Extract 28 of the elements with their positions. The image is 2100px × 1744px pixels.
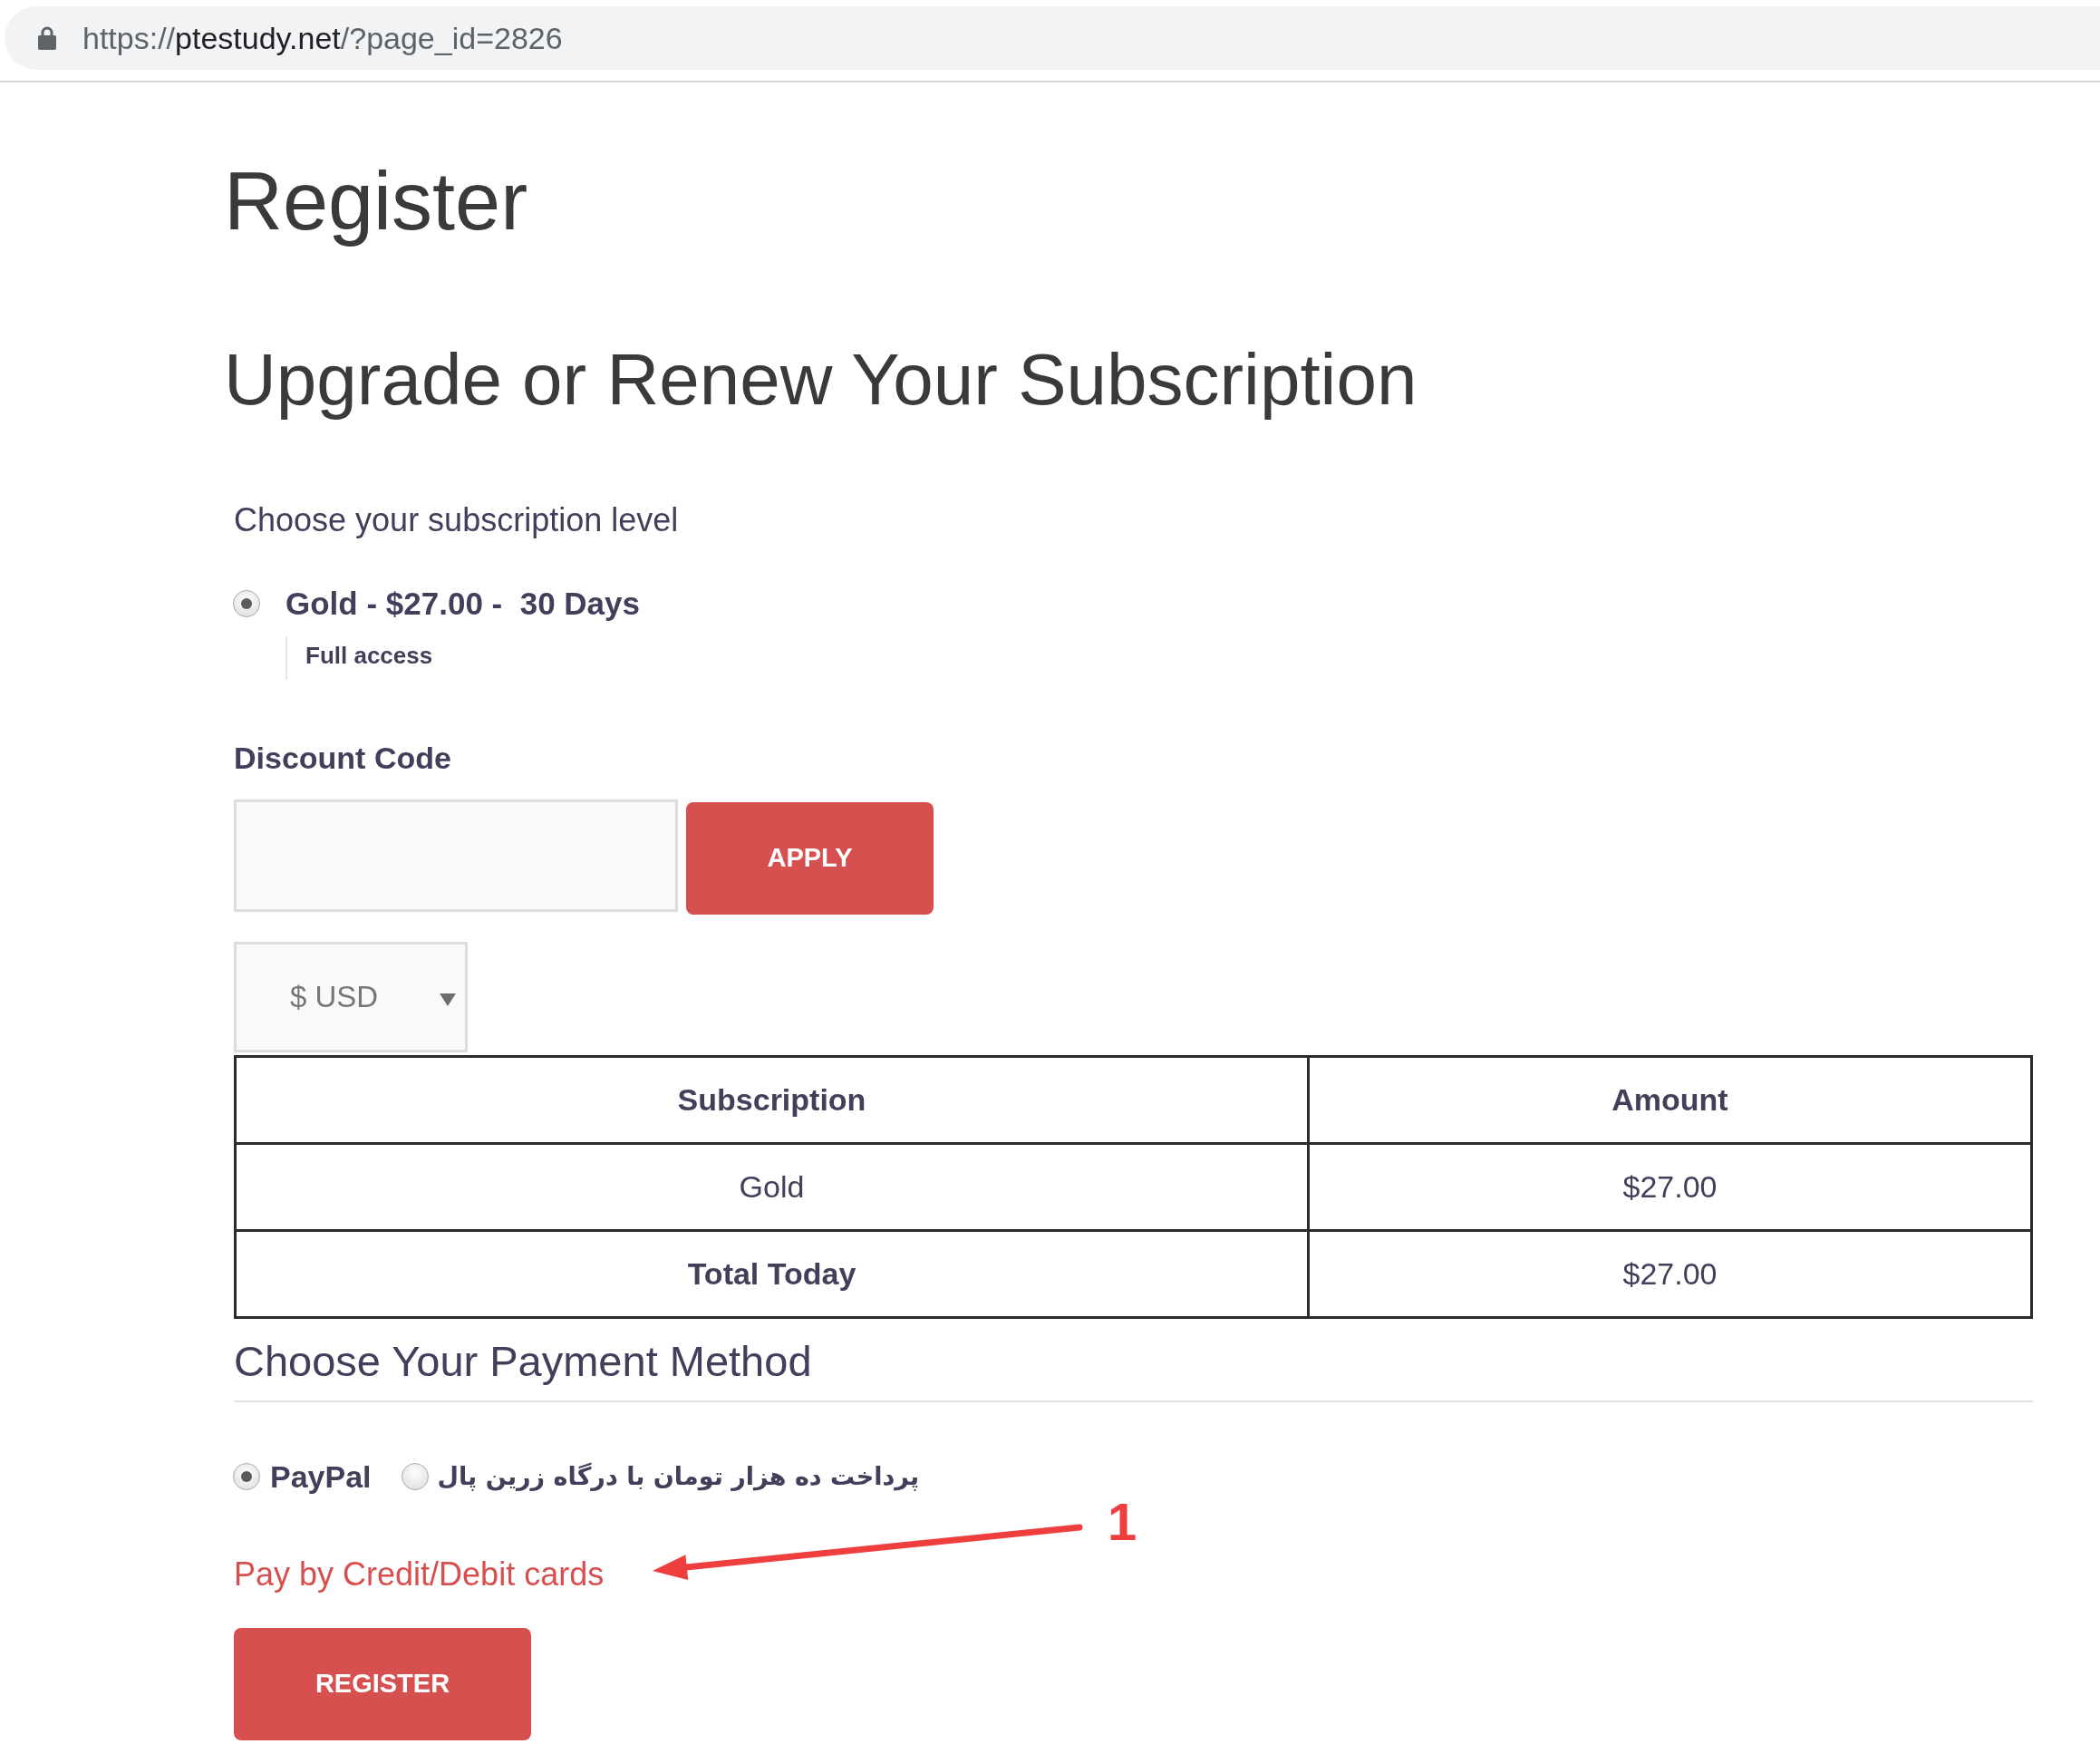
payment-option-label: PayPal: [270, 1458, 372, 1496]
discount-label: Discount Code: [234, 740, 452, 778]
lock-icon[interactable]: [38, 26, 56, 50]
column-header: Subscription: [235, 1056, 1309, 1144]
payment-option-label: پرداخت ده هزار تومان با درگاه زرین پال: [437, 1461, 920, 1492]
subscription-prompt: Choose your subscription level: [234, 500, 680, 540]
card-payment-link[interactable]: Pay by Credit/Debit cards: [234, 1555, 605, 1594]
table-cell: Total Today: [235, 1230, 1309, 1318]
section-title: Upgrade or Renew Your Subscription: [224, 340, 1418, 420]
address-bar[interactable]: https://ptestudy.net/?page_id=2826: [5, 6, 2100, 70]
level-label: Gold - $27.00 - 30 Days: [285, 585, 640, 624]
annotation-number: 1: [1108, 1496, 1137, 1548]
radio-button[interactable]: [233, 1462, 260, 1490]
table-cell: $27.00: [1308, 1230, 2032, 1318]
caret-icon: [440, 993, 456, 1007]
url-text: https://ptestudy.net/?page_id=2826: [82, 19, 563, 57]
discount-code-field[interactable]: [234, 799, 678, 913]
radio-button[interactable]: [233, 590, 260, 618]
table-cell: $27.00: [1308, 1143, 2032, 1231]
payment-method-heading: Choose Your Payment Method: [234, 1336, 2033, 1402]
table-cell: Gold: [235, 1143, 1309, 1231]
currency-select[interactable]: $ USD: [234, 942, 468, 1053]
level-description: Full access: [305, 642, 433, 670]
register-button[interactable]: REGISTER: [234, 1627, 531, 1740]
page-title: Register: [224, 157, 529, 247]
radio-button[interactable]: [401, 1462, 429, 1490]
column-header: Amount: [1308, 1056, 2032, 1144]
apply-button[interactable]: APPLY: [686, 802, 934, 916]
